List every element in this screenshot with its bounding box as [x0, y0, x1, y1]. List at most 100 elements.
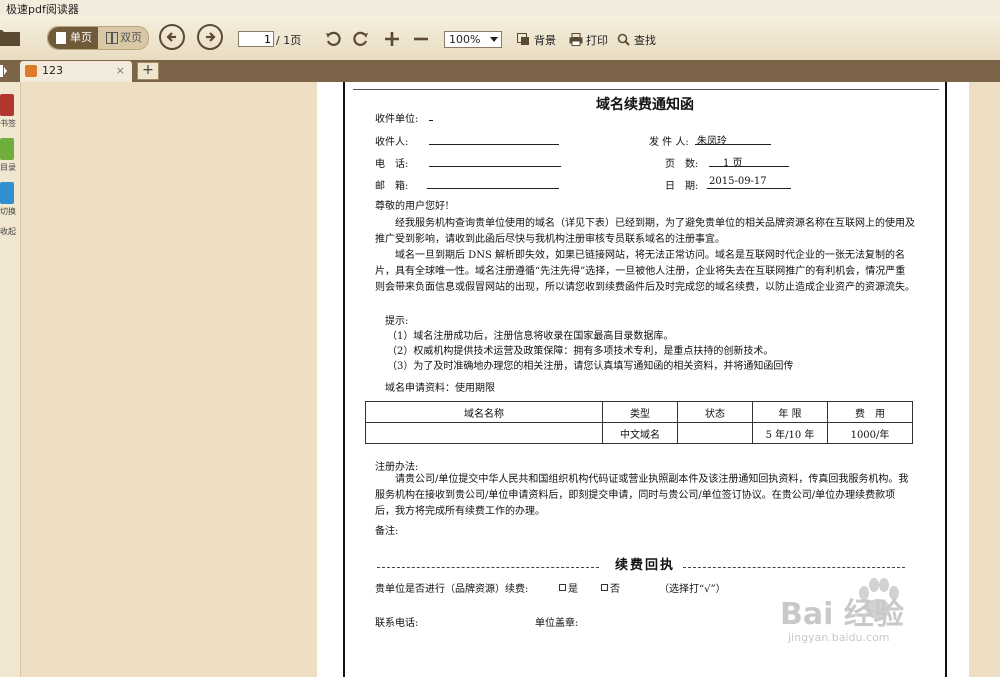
pages-value: 1 页 [723, 158, 743, 169]
watermark-brand: Bai 经验 [780, 597, 904, 632]
tip-1: （1）域名注册成功后，注册信息将收录在国家最高目录数据库。 [387, 331, 674, 342]
toolbar: 单页 双页 / 1页 100% 背景 打印 查找 [0, 16, 1000, 61]
find-label: 查找 [634, 34, 656, 47]
zoom-value: 100% [449, 33, 481, 46]
checkbox-icon [601, 584, 608, 591]
remark-label: 备注: [375, 526, 399, 537]
search-icon [617, 33, 630, 46]
paragraph-expiry: 经我服务机构查询贵单位使用的域名（详见下表）已经到期，为了避免贵单位的相关品牌资… [375, 218, 915, 245]
recipient-unit-line [429, 120, 433, 121]
panel-toggle-icon[interactable] [0, 64, 8, 78]
printer-icon [569, 33, 583, 46]
option-no-label: 否 [610, 584, 620, 595]
table-cell: 1000/年 [827, 422, 913, 444]
print-label: 打印 [586, 34, 608, 47]
sidebar-item-collapse[interactable]: 收起 [0, 222, 20, 258]
table-cell [677, 422, 753, 444]
date-value: 2015-09-17 [709, 176, 767, 187]
single-page-icon [56, 32, 66, 44]
divider [353, 89, 939, 90]
sidebar-item-label: 切换 [0, 207, 16, 216]
recipient-line [429, 144, 559, 145]
sender-label: 发 件 人: [649, 137, 689, 148]
mail-label: 邮 箱: [375, 181, 409, 192]
unit-seal-label: 单位盖章: [535, 618, 579, 629]
next-page-button[interactable] [197, 24, 223, 50]
greeting: 尊敬的用户您好! [375, 201, 450, 212]
tab-document[interactable]: 123 × [20, 61, 132, 82]
choose-hint: （选择打“√”） [659, 584, 726, 595]
divider [377, 567, 599, 568]
bookmark-icon [0, 94, 14, 116]
register-text: 请贵公司/单位提交中华人民共和国组织机构代码证或营业执照副本件及该注册通知回执资… [375, 474, 909, 517]
pages-label: 页 数: [665, 159, 699, 170]
option-yes-label: 是 [568, 584, 578, 595]
side-panel: 书签 目录 切换 收起 [0, 82, 21, 677]
double-page-button[interactable]: 双页 [98, 27, 148, 49]
arrow-left-icon [166, 32, 176, 42]
tab-label: 123 [42, 64, 63, 77]
date-label: 日 期: [665, 181, 699, 192]
view-mode-toggle: 单页 双页 [47, 26, 149, 50]
rotate-right-icon[interactable] [352, 30, 370, 48]
chevron-down-icon [490, 37, 498, 42]
sidebar-item-label: 书签 [0, 119, 16, 128]
receipt-title: 续费回执 [614, 558, 675, 573]
outline-list-icon [0, 138, 14, 160]
table-cell: 中文域名 [602, 422, 678, 444]
background-label: 背景 [534, 34, 556, 47]
recipient-label: 收件人: [375, 137, 409, 148]
page-total-label: / 1页 [276, 34, 302, 47]
sender-value: 朱凤玲 [697, 136, 727, 147]
pdf-file-icon [25, 65, 37, 77]
document-title: 域名续费通知函 [596, 97, 694, 113]
single-page-label: 单页 [70, 31, 92, 44]
date-line [707, 188, 791, 189]
table-header: 域名名称 [365, 401, 603, 423]
sidebar-item-convert[interactable]: 切换 [0, 182, 20, 218]
zoom-in-icon[interactable] [383, 30, 401, 48]
table-header: 年 限 [752, 401, 828, 423]
single-page-button[interactable]: 单页 [48, 27, 98, 49]
sidebar-item-bookmarks[interactable]: 书签 [0, 94, 20, 130]
table-header: 状态 [677, 401, 753, 423]
register-label: 注册办法: [375, 462, 419, 473]
close-icon[interactable]: × [116, 64, 125, 77]
background-button[interactable]: 背景 [517, 32, 557, 48]
new-tab-button[interactable]: + [137, 62, 159, 80]
sidebar-item-label: 目录 [0, 163, 16, 172]
find-button[interactable]: 查找 [617, 32, 657, 48]
open-folder-icon[interactable] [0, 26, 20, 46]
zoom-out-icon[interactable] [412, 30, 430, 48]
option-no: 否 [601, 580, 620, 595]
rotate-left-icon[interactable] [324, 30, 342, 48]
contact-phone-label: 联系电话: [375, 618, 419, 629]
tips-label: 提示: [385, 316, 409, 327]
tip-3: （3）为了及时准确地办理您的相关注册，请您认真填写通知函的相关资料，并将通知函回… [387, 361, 794, 372]
domain-table: 域名名称 类型 状态 年 限 费 用 中文域名 5 年/10 年 1000/年 [365, 401, 913, 444]
window-title: 极速pdf阅读器 [6, 3, 79, 16]
document-canvas[interactable]: 域名续费通知函 收件单位: 收件人: 发 件 人: 朱凤玲 电 话: 页 数: … [21, 82, 1000, 677]
tip-2: （2）权威机构提供技术运营及政策保障：拥有多项技术专利，是重点扶持的创新技术。 [387, 346, 774, 357]
watermark-url: jingyan.baidu.com [788, 631, 890, 644]
sidebar-item-outline[interactable]: 目录 [0, 138, 20, 174]
baidu-watermark: Bai 经验 jingyan.baidu.com [770, 571, 970, 651]
table-header-row: 域名名称 类型 状态 年 限 费 用 [365, 401, 913, 423]
tab-bar: 123 × + [0, 60, 1000, 82]
table-row: 中文域名 5 年/10 年 1000/年 [365, 422, 913, 444]
previous-page-button[interactable] [159, 24, 185, 50]
arrow-right-icon [206, 32, 216, 42]
double-page-icon [106, 32, 118, 44]
zoom-select[interactable]: 100% [444, 31, 502, 48]
receipt-question: 贵单位是否进行（品牌资源）续费: [375, 584, 529, 595]
table-header: 类型 [602, 401, 678, 423]
double-page-label: 双页 [120, 31, 142, 44]
mail-line [427, 188, 559, 189]
page-number-input[interactable] [238, 31, 274, 47]
option-yes: 是 [559, 580, 578, 595]
word-convert-icon [0, 182, 14, 204]
print-button[interactable]: 打印 [569, 32, 609, 48]
table-cell: 5 年/10 年 [752, 422, 828, 444]
phone-line [429, 166, 561, 167]
divider [683, 567, 905, 568]
